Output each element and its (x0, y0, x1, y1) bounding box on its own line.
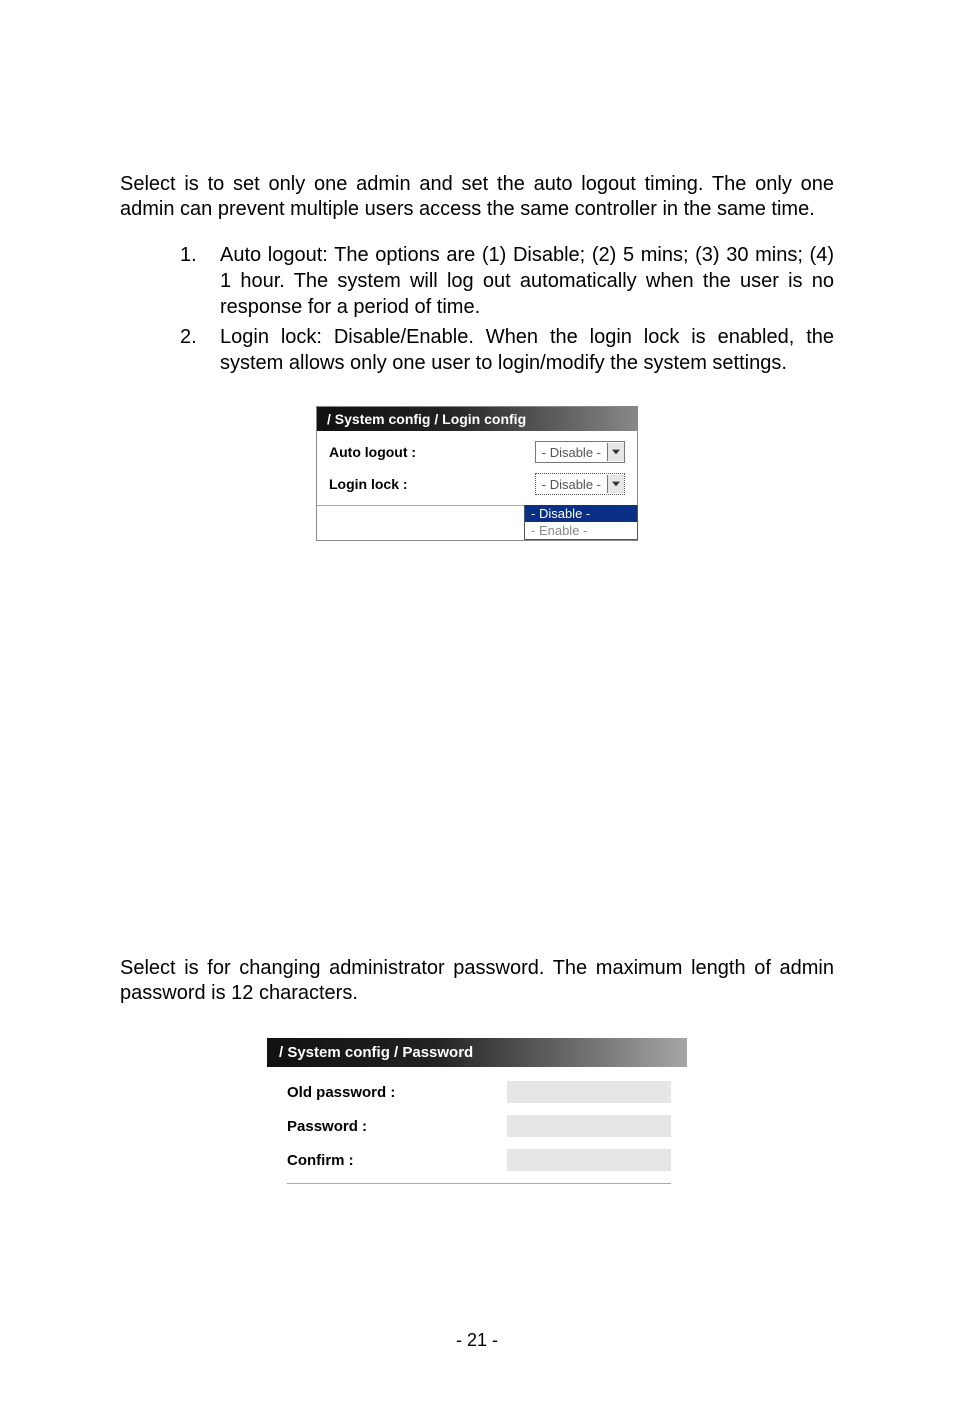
page-number: - 21 - (0, 1330, 954, 1351)
list-item-number: 1. (180, 242, 220, 320)
confirm-input[interactable] (507, 1149, 671, 1171)
dropdown-option-disable[interactable]: - Disable - (525, 505, 637, 522)
login-lock-value: - Disable - (536, 477, 607, 492)
old-password-label: Old password : (287, 1084, 507, 1101)
old-password-row: Old password : (287, 1081, 671, 1103)
panel-title: / System config / Login config (317, 407, 637, 431)
document-page: Select is to set only one admin and set … (0, 172, 954, 1407)
auto-logout-label: Auto logout : (329, 444, 416, 460)
password-description: Select is for changing administrator pas… (120, 956, 834, 1006)
login-config-description: Select is to set only one admin and set … (120, 172, 834, 222)
panel-divider (287, 1183, 671, 1184)
old-password-input[interactable] (507, 1081, 671, 1103)
list-item-text: Auto logout: The options are (1) Disable… (220, 242, 834, 320)
login-lock-dropdown: - Disable - - Enable - (524, 505, 638, 540)
chevron-down-icon[interactable] (607, 443, 624, 461)
login-lock-row: Login lock : - Disable - (329, 473, 625, 495)
password-row: Password : (287, 1115, 671, 1137)
auto-logout-value: - Disable - (536, 445, 607, 460)
auto-logout-select[interactable]: - Disable - (535, 441, 625, 463)
list-item-text: Login lock: Disable/Enable. When the log… (220, 324, 834, 376)
confirm-row: Confirm : (287, 1149, 671, 1171)
login-lock-select[interactable]: - Disable - (535, 473, 625, 495)
auto-logout-row: Auto logout : - Disable - (329, 441, 625, 463)
confirm-label: Confirm : (287, 1152, 507, 1169)
list-item: 1. Auto logout: The options are (1) Disa… (180, 242, 834, 320)
password-panel: / System config / Password Old password … (267, 1038, 687, 1192)
login-lock-label: Login lock : (329, 476, 408, 492)
login-config-panel: / System config / Login config Auto logo… (316, 406, 638, 541)
password-input[interactable] (507, 1115, 671, 1137)
panel-title: / System config / Password (267, 1038, 687, 1067)
password-label: Password : (287, 1118, 507, 1135)
login-config-list: 1. Auto logout: The options are (1) Disa… (180, 242, 834, 376)
dropdown-option-enable[interactable]: - Enable - (525, 522, 637, 539)
chevron-down-icon[interactable] (607, 475, 624, 493)
list-item-number: 2. (180, 324, 220, 376)
list-item: 2. Login lock: Disable/Enable. When the … (180, 324, 834, 376)
